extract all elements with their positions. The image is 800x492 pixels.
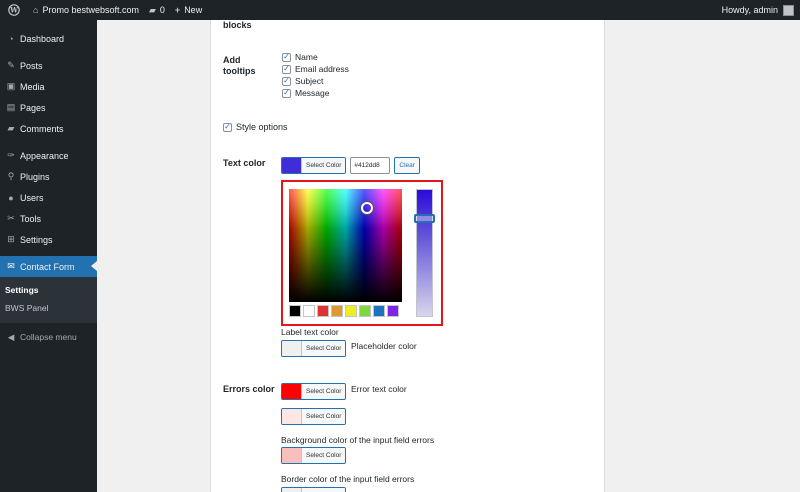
tooltip-email-option[interactable]: ✓ Email address (282, 63, 349, 75)
color-picker-popup (281, 180, 443, 326)
sidebar-item-comments[interactable]: ▰ Comments (0, 118, 97, 139)
palette-swatch-green[interactable] (359, 305, 371, 317)
text-color-select-button[interactable]: Select Color (281, 157, 347, 174)
border-errors-label: Border color of the input field errors (281, 474, 415, 484)
new-content-link[interactable]: + New (170, 0, 207, 20)
admin-bar: W ⌂ Promo bestwebsoft.com ▰ 0 + New Howd… (0, 0, 800, 20)
label-text-color-label: Label text color (281, 327, 339, 337)
pin-icon: ✎ (7, 60, 15, 70)
error-border-swatch (282, 448, 301, 463)
dashboard-icon: ◔ (8, 33, 14, 44)
sidebar-item-plugins[interactable]: ⚲ Plugins (0, 166, 97, 187)
palette-swatch-red[interactable] (317, 305, 329, 317)
sidebar-item-media[interactable]: ▣ Media (0, 76, 97, 97)
new-label: New (184, 5, 203, 15)
tooltips-label: Add tooltips (223, 55, 256, 76)
error-color-select-button[interactable]: Select Color (281, 383, 347, 400)
sidebar-item-settings[interactable]: ⊞ Settings (0, 229, 97, 250)
appearance-icon: ✑ (7, 150, 15, 160)
color-spectrum[interactable] (289, 189, 402, 302)
label-color-select-button[interactable]: Select Color (281, 340, 347, 357)
palette-swatch-blue[interactable] (373, 305, 385, 317)
tools-icon: ✂ (7, 213, 15, 223)
sidebar-item-appearance[interactable]: ✑ Appearance (0, 145, 97, 166)
sidebar-item-users[interactable]: ● Users (0, 187, 97, 208)
hue-slider[interactable] (416, 189, 433, 317)
clear-button[interactable]: Clear (394, 157, 420, 174)
palette-swatch-purple[interactable] (387, 305, 399, 317)
plugins-icon: ⚲ (7, 171, 15, 181)
palette-swatch-yellow[interactable] (345, 305, 357, 317)
error-bg-swatch (282, 409, 301, 424)
greeting: Howdy, admin (721, 5, 778, 15)
next-swatch (282, 488, 301, 492)
site-name: Promo bestwebsoft.com (42, 5, 139, 15)
text-color-label: Text color (223, 158, 266, 168)
users-icon: ● (8, 192, 14, 203)
home-icon: ⌂ (33, 5, 39, 15)
comment-bubble-icon: ▰ (148, 4, 156, 15)
text-color-swatch (282, 158, 301, 173)
check-icon[interactable]: ✓ (282, 52, 291, 62)
admin-sidebar: ◔ Dashboard ✎ Posts ▣ Media ▤ Pages ▰ Comment… (0, 20, 97, 492)
tooltip-name-option[interactable]: ✓ Name (282, 51, 349, 63)
comments-link[interactable]: ▰ 0 (144, 0, 170, 20)
bg-errors-label: Background color of the input field erro… (281, 435, 435, 445)
submenu-item-settings[interactable]: Settings (0, 281, 97, 299)
settings-panel: blocks Add tooltips ✓ Name ✓ Email address… (210, 20, 605, 492)
pages-icon: ▤ (6, 102, 16, 112)
comments-count: 0 (159, 5, 165, 15)
color-palette (289, 305, 399, 317)
avatar (783, 4, 794, 16)
account-menu[interactable]: Howdy, admin (717, 0, 800, 20)
contact-form-submenu: Settings BWS Panel (0, 277, 97, 323)
spectrum-handle[interactable] (361, 202, 373, 214)
check-icon[interactable]: ✓ (282, 88, 291, 98)
text-color-hex-input[interactable]: #412dd8 (350, 157, 391, 174)
error-text-color-label: Error text color (351, 384, 407, 394)
style-options-checkbox[interactable]: ✓ Style options (223, 121, 288, 133)
check-icon[interactable]: ✓ (223, 122, 232, 132)
comments-icon: ▰ (7, 123, 15, 133)
plus-icon: + (174, 5, 181, 15)
wordpress-logo-icon[interactable]: W (0, 0, 28, 20)
error-border-next-select-button[interactable]: Select Color (281, 487, 347, 492)
label-color-swatch (282, 341, 301, 356)
sidebar-item-dashboard[interactable]: ◔ Dashboard (0, 28, 97, 49)
palette-swatch-black[interactable] (289, 305, 301, 317)
palette-swatch-white[interactable] (303, 305, 315, 317)
blocks-label: blocks (223, 20, 252, 30)
mail-icon: ✉ (7, 261, 15, 271)
collapse-arrow-icon: ◀ (7, 331, 15, 342)
tooltips-checkbox-list: ✓ Name ✓ Email address ✓ Subject ✓ Message (282, 51, 349, 99)
sidebar-item-pages[interactable]: ▤ Pages (0, 97, 97, 118)
collapse-menu-button[interactable]: ◀ Collapse menu (0, 323, 97, 351)
error-border-color-select-button[interactable]: Select Color (281, 447, 347, 464)
error-bg-color-select-button[interactable]: Select Color (281, 408, 347, 425)
sidebar-item-contact-form[interactable]: ✉ Contact Form (0, 256, 97, 277)
settings-icon: ⊞ (7, 234, 15, 244)
check-icon[interactable]: ✓ (282, 64, 291, 74)
check-icon[interactable]: ✓ (282, 76, 291, 86)
placeholder-color-label: Placeholder color (351, 341, 417, 351)
palette-swatch-orange[interactable] (331, 305, 343, 317)
media-icon: ▣ (6, 81, 16, 91)
sidebar-item-posts[interactable]: ✎ Posts (0, 55, 97, 76)
svg-text:W: W (9, 6, 18, 15)
submenu-item-bws-panel[interactable]: BWS Panel (0, 299, 97, 317)
tooltip-subject-option[interactable]: ✓ Subject (282, 75, 349, 87)
errors-color-label: Errors color (223, 384, 275, 394)
text-color-controls: Select Color #412dd8 Clear (281, 157, 420, 174)
site-name-link[interactable]: ⌂ Promo bestwebsoft.com (28, 0, 144, 20)
slider-handle[interactable] (414, 214, 435, 223)
sidebar-item-tools[interactable]: ✂ Tools (0, 208, 97, 229)
tooltip-message-option[interactable]: ✓ Message (282, 87, 349, 99)
error-color-swatch (282, 384, 301, 399)
